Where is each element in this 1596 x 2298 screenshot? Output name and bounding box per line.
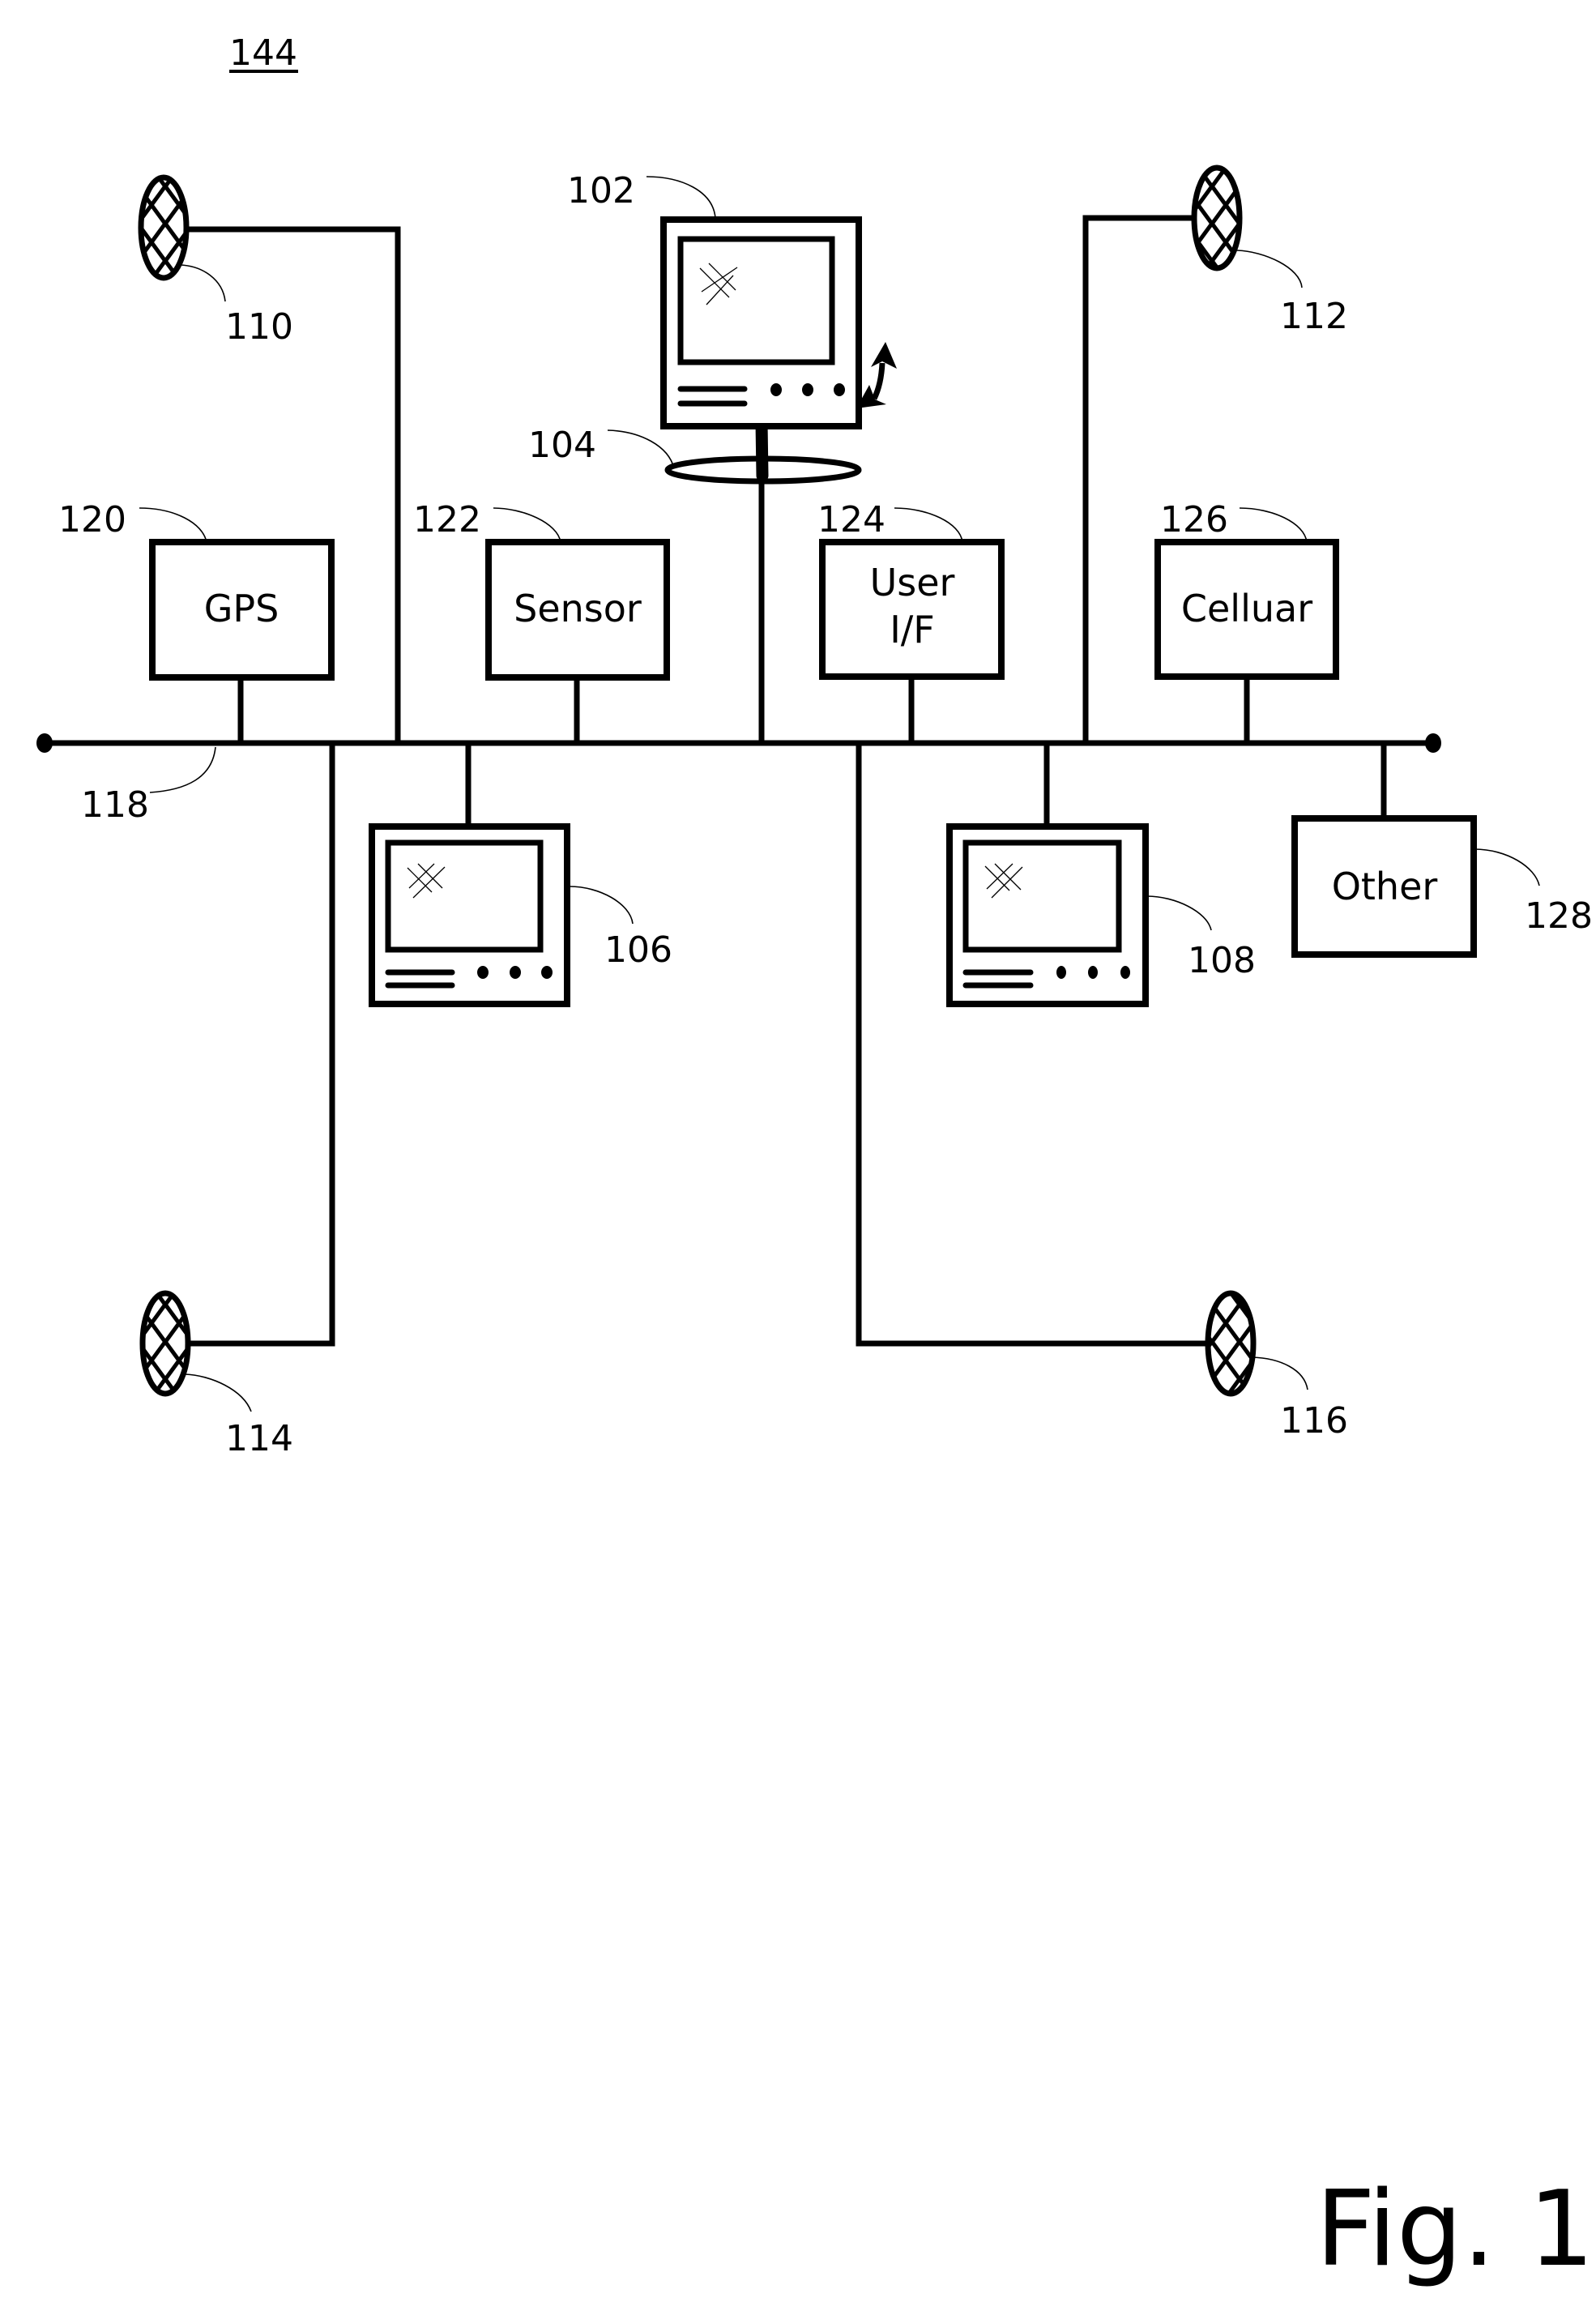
mount-104-leader [607,429,675,469]
speaker-icon [1191,164,1243,271]
mount-104-ref-label: 104 [528,425,596,466]
bus-118: 118 [36,733,1441,826]
component-user-interface: User I/F 124 [817,499,1005,746]
cellular-label: Celluar [1181,587,1312,630]
cellular-ref-label: 126 [1160,499,1228,540]
other-ref-label: 128 [1525,895,1593,937]
display-108-leader [1146,895,1212,931]
display-106: 106 [369,740,672,1007]
speaker-112-leader [1236,250,1303,288]
gps-leader [139,507,207,543]
other-leader [1474,848,1540,886]
figure-reference: 144 [229,32,298,74]
user-if-ref-label: 124 [817,499,885,540]
bus-right-terminal [1425,733,1441,753]
figure-caption: Fig. 1 [1316,2169,1594,2290]
display-106-ref-label: 106 [604,929,672,971]
system-diagram: 144 118 110 112 114 116 GPS 120 Sensor 1… [36,32,1594,2290]
speaker-110-ref-label: 110 [225,306,293,348]
display-102-ref-label: 102 [567,170,635,211]
display-102-leader [646,176,716,219]
component-cellular: Celluar 126 [1154,499,1339,746]
gps-ref-label: 120 [58,499,126,540]
user-if-label-line2: I/F [890,608,935,651]
gps-label: GPS [204,587,280,630]
speaker-116-leader [1251,1356,1308,1390]
component-sensor: Sensor 122 [413,499,670,746]
display-108: 108 [946,740,1256,1007]
sensor-label: Sensor [514,587,642,630]
sensor-leader [493,507,561,543]
cellular-leader [1239,507,1308,543]
monitor-icon [660,216,862,429]
component-other: Other 128 [1291,740,1593,958]
user-if-label-line1: User [870,561,955,604]
bus-left-terminal [36,733,53,753]
tilt-arrow-icon [856,342,897,408]
speaker-116-ref-label: 116 [1280,1400,1348,1442]
speaker-114: 114 [139,740,335,1459]
speaker-110-leader [179,264,226,302]
bus-ref-label: 118 [81,784,149,826]
bus-leader [149,746,216,793]
display-108-ref-label: 108 [1188,940,1256,981]
speaker-114-leader [184,1373,252,1412]
speaker-114-wire [185,740,335,1347]
display-106-leader [569,886,634,925]
monitor-icon [369,823,570,1007]
sensor-ref-label: 122 [413,499,481,540]
figure-reference-number: 144 [229,32,297,74]
speaker-icon [139,1290,191,1397]
speaker-icon [138,174,190,281]
speaker-114-ref-label: 114 [225,1418,293,1459]
speaker-icon [1205,1290,1257,1397]
other-label: Other [1332,865,1438,908]
speaker-112-ref-label: 112 [1280,296,1348,337]
component-gps: GPS 120 [58,499,335,746]
monitor-icon [946,823,1149,1007]
user-if-leader [894,507,963,543]
